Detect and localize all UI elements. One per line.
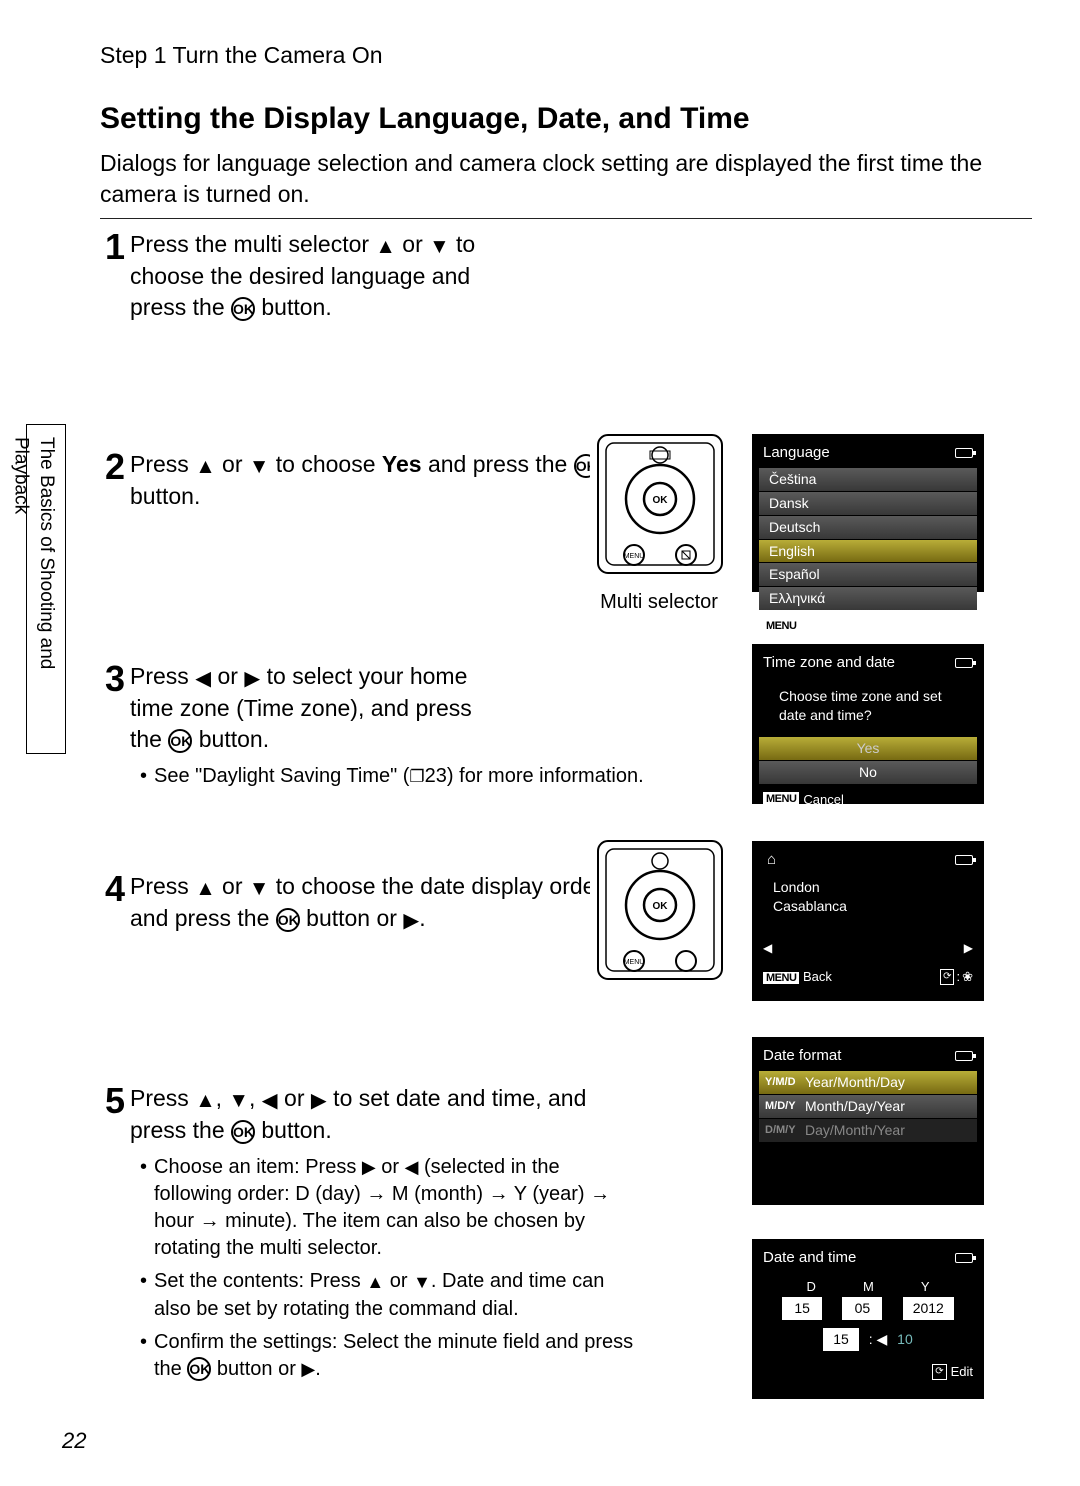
battery-icon (955, 658, 973, 668)
up-arrow-icon (195, 1084, 215, 1115)
step-5-text: Press , , or to set date and time, and p… (130, 1083, 645, 1146)
camera-diagram-1: OK MENU (590, 429, 730, 579)
battery-icon (955, 1253, 973, 1263)
ok-button-icon: OK (276, 908, 300, 932)
right-arrow-icon (301, 1356, 315, 1383)
lcd2-cancel: Cancel (803, 791, 843, 809)
step-number-2: 2 (105, 443, 125, 492)
menu-tag: MENU (763, 792, 799, 807)
page-number: 22 (62, 1426, 86, 1456)
svg-text:OK: OK (653, 901, 669, 912)
left-arrow-icon (405, 1154, 419, 1181)
lcd-timezone: ⌂ London Casablanca ◀ ▶ MENU Back ⟳:❀ (752, 841, 984, 1001)
ok-button-icon: OK (231, 1120, 255, 1144)
lcd5-val-d[interactable]: 15 (782, 1297, 822, 1320)
lcd5-label-m: M (863, 1278, 874, 1296)
ok-button-icon: OK (231, 297, 255, 321)
side-tab: The Basics of Shooting and Playback (26, 424, 66, 754)
edit-icon: ⟳ (932, 1364, 946, 1380)
right-arrow-icon (403, 904, 419, 935)
diagram-1-caption: Multi selector (574, 589, 744, 616)
down-arrow-icon (413, 1269, 431, 1296)
lcd3-left-arrow[interactable]: ◀ (763, 940, 772, 956)
lcd2-yes[interactable]: Yes (759, 737, 977, 760)
lcd5-label-d: D (807, 1278, 816, 1296)
lcd3-back: Back (803, 969, 832, 984)
camera-diagram-3: OK MENU (590, 835, 730, 985)
lcd-date-time: Date and time D M Y 15 05 2012 15 : ◀ 10… (752, 1239, 984, 1399)
step-4-text: Press or to choose the date display orde… (130, 871, 645, 936)
lcd5-edit: Edit (951, 1363, 973, 1381)
right-arrow-icon (362, 1154, 376, 1181)
lcd2-message: Choose time zone and set date and time? (755, 677, 981, 736)
lcd1-title: Language (763, 443, 830, 463)
step-1-text: Press the multi selector or to choose th… (130, 229, 505, 324)
step-number-4: 4 (105, 865, 125, 914)
lcd5-minute[interactable]: 10 (897, 1331, 913, 1347)
up-arrow-icon (366, 1269, 384, 1296)
step-header: Step 1 Turn the Camera On (100, 40, 1032, 71)
step-2-text: Press or to choose Yes and press the OK … (130, 449, 645, 512)
right-arrow-icon (244, 662, 260, 693)
lcd5-label-y: Y (921, 1278, 930, 1296)
lcd1-item[interactable]: Deutsch (759, 516, 977, 539)
lcd4-row[interactable]: M/D/YMonth/Day/Year (759, 1095, 977, 1118)
down-arrow-icon (249, 872, 269, 903)
lcd3-zone2: Casablanca (773, 897, 973, 916)
down-arrow-icon (228, 1084, 248, 1115)
home-icon: ⌂ (767, 850, 776, 870)
dst-icon: ⟳:❀ (940, 968, 973, 986)
svg-text:MENU: MENU (624, 959, 645, 966)
step-number-3: 3 (105, 655, 125, 704)
svg-text:OK: OK (653, 495, 669, 506)
up-arrow-icon (195, 450, 215, 481)
lcd2-title: Time zone and date (763, 653, 895, 673)
intro-text: Dialogs for language selection and camer… (100, 148, 1032, 210)
lcd3-zone1: London (773, 878, 973, 897)
lcd5-val-y[interactable]: 2012 (903, 1297, 954, 1320)
step-number-5: 5 (105, 1077, 125, 1126)
lcd1-item[interactable]: Español (759, 563, 977, 586)
section-title: Setting the Display Language, Date, and … (100, 99, 1032, 140)
down-arrow-icon (429, 230, 449, 261)
ok-button-icon: OK (187, 1357, 211, 1381)
lcd1-cancel: Cancel (803, 617, 843, 635)
step-number-1: 1 (105, 223, 125, 272)
lcd2-no[interactable]: No (759, 761, 977, 784)
lcd1-item[interactable]: Ελληνικά (759, 587, 977, 610)
lcd1-item[interactable]: Čeština (759, 468, 977, 491)
ok-button-icon: OK (168, 729, 192, 753)
battery-icon (955, 1051, 973, 1061)
right-arrow-icon (311, 1084, 327, 1115)
lcd3-right-arrow[interactable]: ▶ (964, 940, 973, 956)
battery-icon (955, 448, 973, 458)
left-arrow-icon (195, 662, 211, 693)
lcd1-item[interactable]: English (759, 540, 977, 563)
menu-tag: MENU (763, 972, 799, 984)
step-3-text: Press or to select your home time zone (… (130, 661, 505, 756)
down-arrow-icon (249, 450, 269, 481)
step-5-bullets: Choose an item: Press or (selected in th… (140, 1154, 640, 1383)
lcd5-val-m[interactable]: 05 (842, 1297, 882, 1320)
battery-icon (955, 855, 973, 865)
lcd4-row[interactable]: D/M/YDay/Month/Year (759, 1119, 977, 1142)
left-arrow-icon (262, 1084, 278, 1115)
lcd-timezone-confirm: Time zone and date Choose time zone and … (752, 644, 984, 804)
lcd4-row[interactable]: Y/M/DYear/Month/Day (759, 1071, 977, 1094)
lcd1-item[interactable]: Dansk (759, 492, 977, 515)
svg-text:MENU: MENU (624, 553, 645, 560)
lcd-date-format: Date format Y/M/DYear/Month/DayM/D/YMont… (752, 1037, 984, 1205)
lcd5-title: Date and time (763, 1248, 856, 1268)
book-icon (409, 765, 424, 787)
up-arrow-icon (195, 872, 215, 903)
menu-tag: MENU (763, 619, 799, 634)
lcd-language: Language ČeštinaDanskDeutschEnglishEspañ… (752, 434, 984, 592)
separator (100, 218, 1032, 219)
lcd5-hour[interactable]: 15 (823, 1328, 859, 1351)
up-arrow-icon (375, 230, 395, 261)
lcd4-title: Date format (763, 1046, 841, 1066)
